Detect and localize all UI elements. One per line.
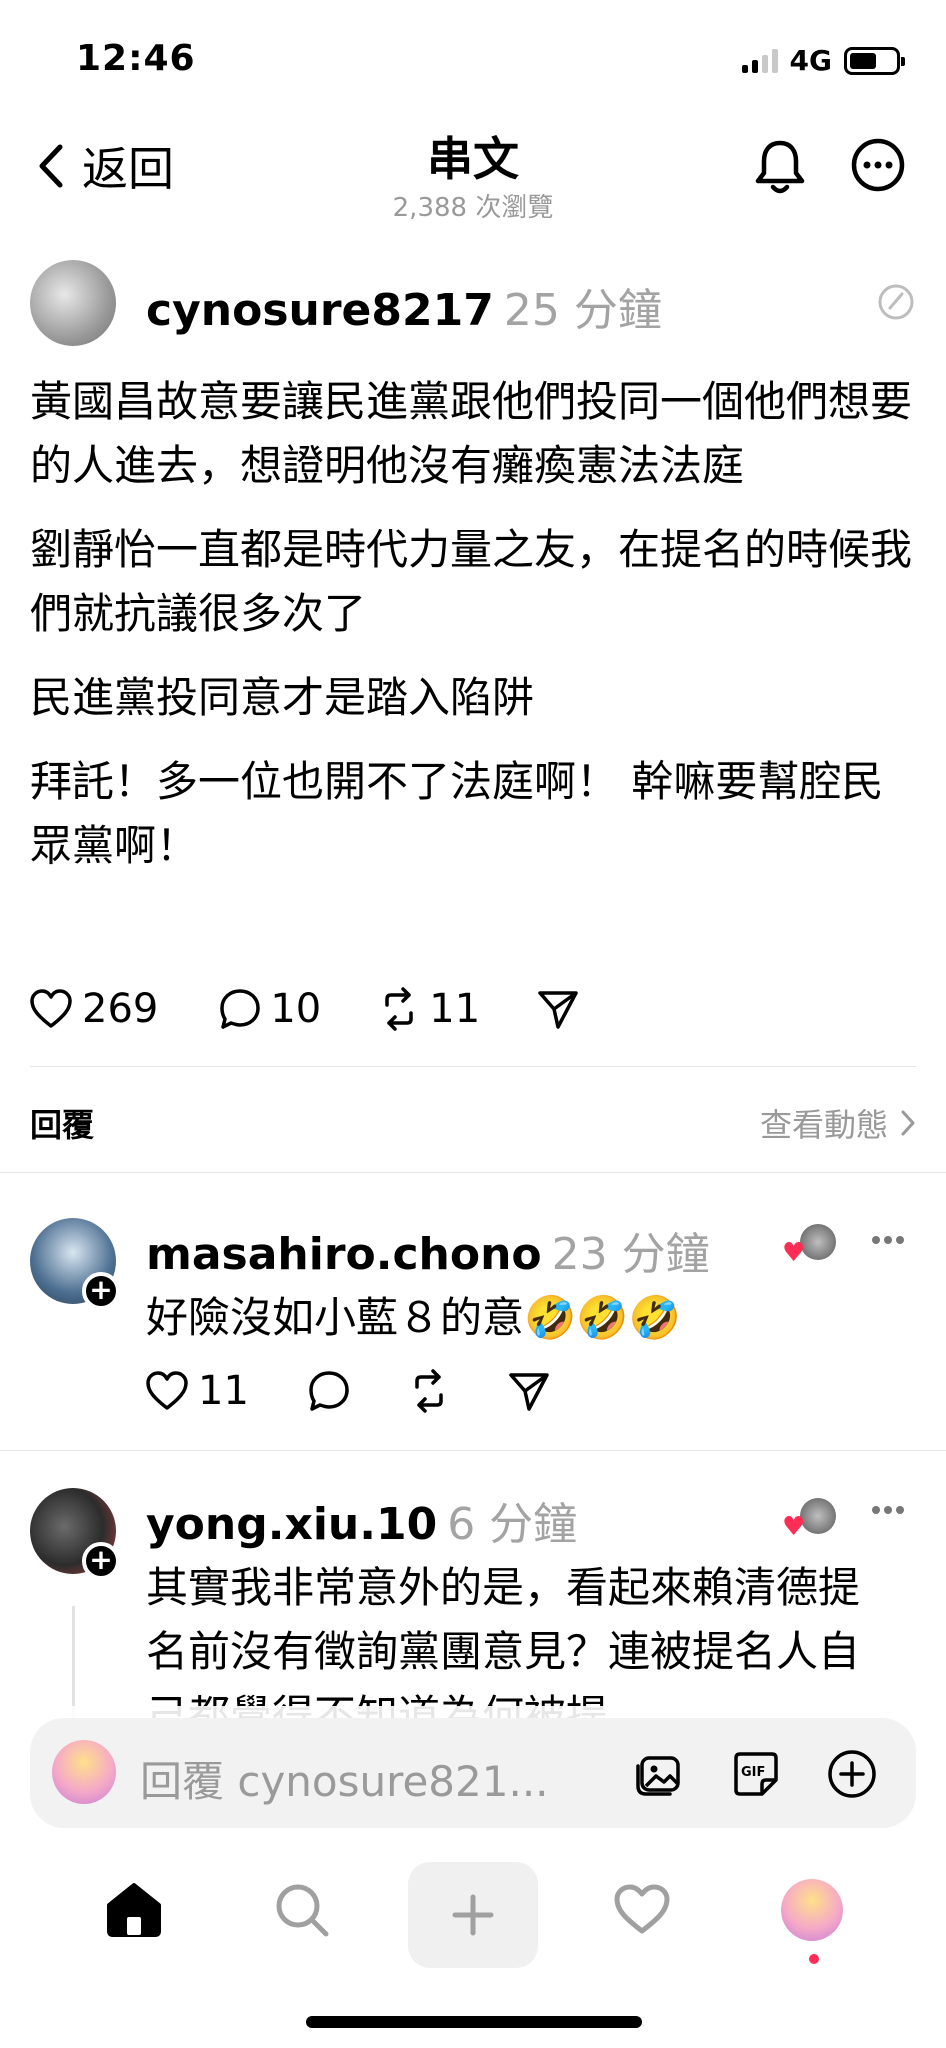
mini-avatar [800, 1224, 836, 1260]
replies-header: 回覆 查看動態 [30, 1100, 916, 1144]
post-header: cynosure8217 25 分鐘 [0, 258, 946, 348]
share-button[interactable] [507, 1369, 551, 1413]
thread-line [72, 1606, 75, 1720]
comment-count: 10 [270, 986, 322, 1032]
repost-icon [385, 987, 414, 1031]
notification-button[interactable] [752, 137, 808, 201]
network-type: 4G [789, 44, 832, 77]
status-time: 12:46 [76, 38, 196, 79]
liked-by-author: ♥ [780, 1498, 840, 1542]
repost-icon [415, 1369, 443, 1413]
like-button[interactable]: 11 [144, 1368, 249, 1414]
image-icon[interactable] [634, 1748, 686, 1800]
tab-profile[interactable] [752, 1860, 872, 1960]
avatar [781, 1879, 843, 1941]
signal-icon [741, 48, 778, 73]
comment-button[interactable]: 10 [218, 986, 321, 1032]
replies-label: 回覆 [30, 1106, 95, 1144]
post-time: 25 分鐘 [503, 285, 662, 336]
heart-icon [146, 1371, 188, 1410]
post-body: 黃國昌故意要讓民進黨跟他們投同一個他們想要的人進去，想證明他沒有癱瘓憲法法庭 劉… [30, 370, 916, 898]
edit-icon[interactable] [876, 282, 916, 322]
search-icon [276, 1884, 329, 1937]
avatar [52, 1740, 116, 1804]
post-paragraph: 拜託！多一位也開不了法庭啊！ 幹嘛要幫腔民眾黨啊！ [30, 757, 884, 870]
bottom-tab-bar [0, 1850, 946, 1980]
reply-input[interactable]: 回覆 cynosure821... [140, 1748, 549, 1809]
like-count: 11 [198, 1368, 249, 1414]
reply-composer[interactable]: 回覆 cynosure821... GIF [30, 1718, 916, 1828]
reply-item: + masahiro.chono 23 分鐘 ♥ 好險沒如小藍８的意🤣🤣🤣 11 [0, 1210, 946, 1460]
repost-count: 11 [429, 986, 481, 1032]
avatar[interactable] [30, 260, 116, 346]
more-options-button[interactable] [850, 137, 906, 197]
more-icon [851, 138, 905, 192]
home-indicator [306, 2016, 642, 2028]
reply-username[interactable]: yong.xiu.10 [146, 1499, 437, 1550]
thread-header: 返回 串文 2,388 次瀏覽 [0, 115, 946, 225]
reply-actions: 11 [144, 1368, 551, 1414]
reply-item: + yong.xiu.10 6 分鐘 ♥ 其實我非常意外的是，看起來賴清德提名前沒… [0, 1484, 946, 1720]
divider [30, 1066, 916, 1067]
chevron-right-icon [901, 1110, 915, 1136]
more-icon[interactable] [870, 1504, 906, 1516]
bell-icon [755, 140, 805, 194]
tab-activity[interactable] [582, 1860, 702, 1960]
comment-button[interactable] [307, 1369, 351, 1413]
gif-icon[interactable]: GIF [730, 1748, 782, 1800]
view-activity-link[interactable]: 查看動態 [760, 1100, 916, 1146]
comment-icon [220, 989, 261, 1029]
tab-search[interactable] [242, 1860, 362, 1960]
reply-time: 23 分鐘 [551, 1229, 710, 1280]
home-icon [107, 1883, 161, 1937]
repost-button[interactable]: 11 [377, 986, 480, 1032]
battery-icon [844, 46, 905, 75]
status-bar: 12:46 4G [0, 0, 946, 110]
liked-by-author: ♥ [780, 1224, 840, 1268]
divider [0, 1172, 946, 1173]
heart-badge-icon: ♥ [782, 1512, 806, 1542]
plus-circle-icon[interactable] [826, 1748, 878, 1800]
heart-tab-icon [614, 1884, 670, 1934]
post-username[interactable]: cynosure8217 [146, 285, 494, 336]
tab-new-post[interactable] [408, 1862, 538, 1968]
tab-home[interactable] [74, 1860, 194, 1960]
notification-dot [809, 1954, 819, 1964]
share-button[interactable] [536, 987, 580, 1031]
reply-author-line: masahiro.chono 23 分鐘 [146, 1218, 710, 1282]
reply-text: 其實我非常意外的是，看起來賴清德提名前沒有徵詢黨團意見？連被提名人自己都覺得不知… [146, 1563, 861, 1720]
repost-button[interactable] [407, 1369, 451, 1413]
reply-username[interactable]: masahiro.chono [146, 1229, 542, 1280]
reply-author-line: yong.xiu.10 6 分鐘 [146, 1488, 577, 1552]
divider [0, 1450, 946, 1451]
view-activity-label: 查看動態 [759, 1106, 888, 1144]
svg-text:GIF: GIF [741, 1765, 765, 1780]
post-author-line: cynosure8217 25 分鐘 [146, 274, 662, 338]
main-post: cynosure8217 25 分鐘 黃國昌故意要讓民進黨跟他們投同一個他們想要的… [0, 258, 946, 870]
share-icon [509, 1373, 549, 1411]
post-paragraph: 劉靜怡一直都是時代力量之友，在提名的時候我們就抗議很多次了 [30, 525, 913, 638]
follow-plus-icon[interactable]: + [82, 1272, 120, 1310]
post-paragraph: 黃國昌故意要讓民進黨跟他們投同一個他們想要的人進去，想證明他沒有癱瘓憲法法庭 [30, 377, 913, 490]
more-icon[interactable] [870, 1234, 906, 1246]
follow-plus-icon[interactable]: + [82, 1542, 120, 1580]
heart-icon [30, 989, 72, 1028]
plus-icon [452, 1894, 494, 1936]
like-count: 269 [82, 986, 159, 1032]
share-icon [538, 991, 578, 1029]
comment-icon [309, 1371, 349, 1411]
reply-time: 6 分鐘 [447, 1499, 578, 1550]
post-paragraph: 民進黨投同意才是踏入陷阱 [30, 673, 535, 722]
post-actions: 269 10 11 [28, 986, 580, 1032]
status-indicators: 4G [741, 44, 905, 77]
heart-badge-icon: ♥ [782, 1238, 806, 1268]
like-button[interactable]: 269 [28, 986, 158, 1032]
reply-text: 好險沒如小藍８的意🤣🤣🤣 [146, 1293, 681, 1342]
mini-avatar [800, 1498, 836, 1534]
